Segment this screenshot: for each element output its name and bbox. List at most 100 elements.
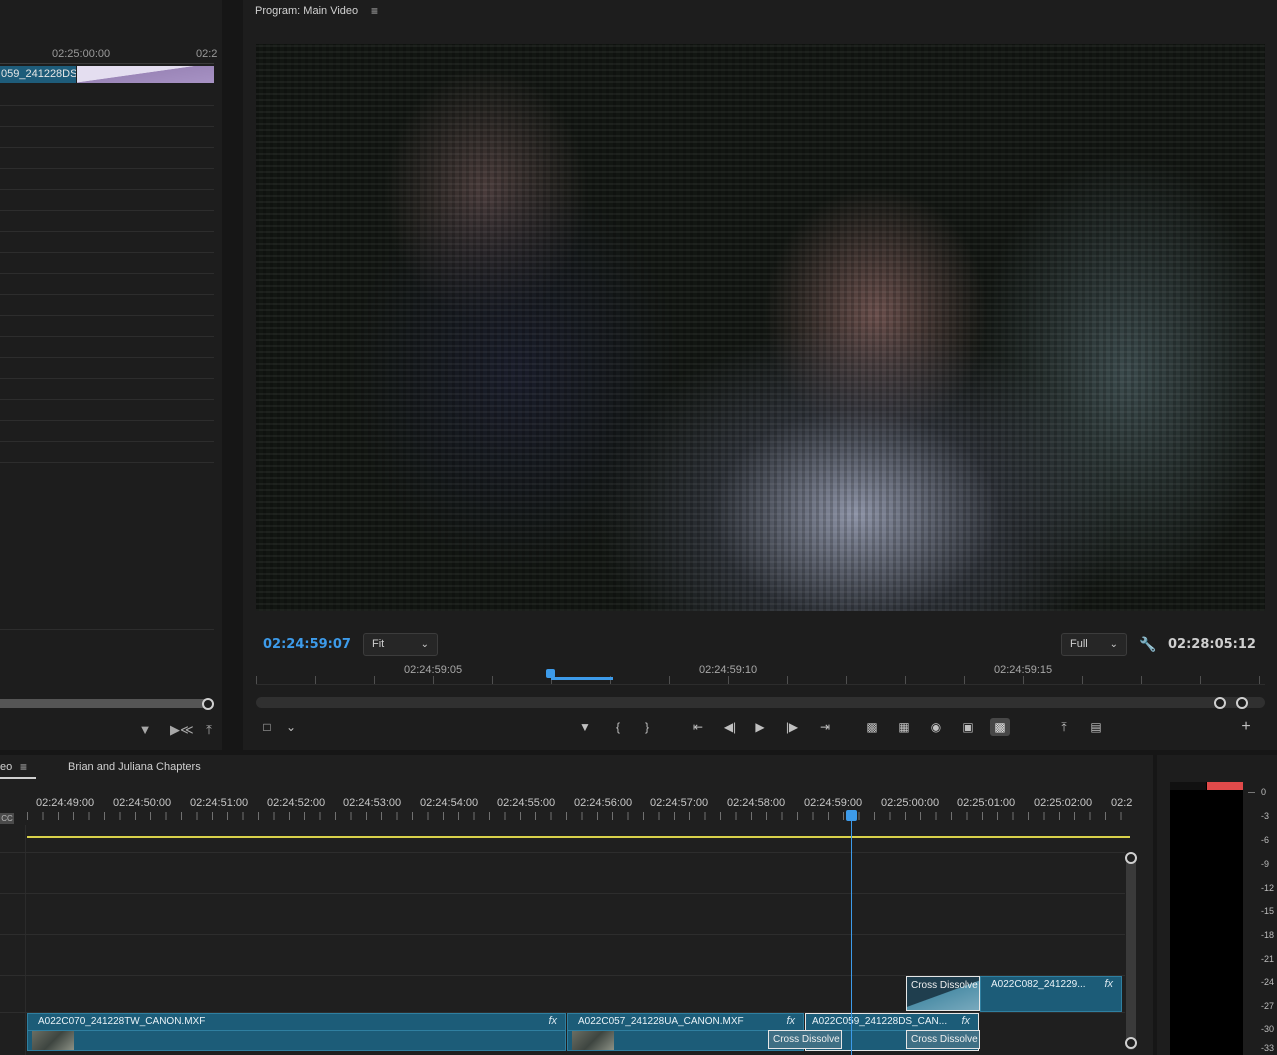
zoom-level-value: Fit [372, 638, 385, 650]
fx-badge[interactable]: fx [961, 1015, 970, 1027]
panel-menu-icon[interactable]: ≡ [371, 4, 378, 18]
track-row-divider [0, 441, 214, 442]
source-clip-ramp [77, 66, 214, 83]
active-tab-indicator [0, 777, 36, 779]
extract-icon[interactable]: ▦ [894, 718, 914, 736]
db-label: -33 [1261, 1043, 1275, 1053]
mark-out-icon[interactable]: } [637, 718, 657, 736]
fx-badge[interactable]: fx [786, 1015, 795, 1027]
play-icon[interactable]: ▶ [750, 718, 770, 736]
chevron-down-icon: ⌄ [420, 639, 429, 650]
track-row-divider [0, 126, 214, 127]
timeline-vertical-scrollbar[interactable] [1126, 855, 1136, 1050]
clip-v1-a022c070[interactable]: A022C070_241228TW_CANON.MXF fx [27, 1013, 566, 1051]
scroll-handle-right[interactable] [1236, 697, 1248, 709]
db-label: -9 [1261, 859, 1270, 869]
track-row-divider [0, 210, 214, 211]
fx-badge[interactable]: fx [548, 1015, 557, 1027]
work-area-bar[interactable] [27, 836, 1130, 838]
audio-level-meter [1170, 782, 1243, 1055]
captions-badge[interactable]: CC [0, 813, 14, 824]
clip-name: A022C070_241228TW_CANON.MXF [38, 1016, 206, 1027]
playhead-timecode[interactable]: 02:24:59:07 [263, 637, 351, 652]
source-clip[interactable]: 059_241228DS [0, 66, 214, 83]
clip-name: A022C082_241229... [991, 979, 1086, 990]
mark-in-icon[interactable]: { [608, 718, 628, 736]
export-frame-icon[interactable]: ⤒ [1054, 718, 1074, 736]
source-panel: 02:25:00:00 02:2 059_241228DS ▼ ▶≪ ⤒ [0, 0, 222, 750]
track-header-edge [25, 825, 26, 1055]
transition-cross-dissolve[interactable]: Cross Dissolve [906, 1030, 980, 1049]
playback-resolution-select[interactable]: Full ⌄ [1061, 633, 1127, 656]
db-label: -18 [1261, 930, 1275, 940]
proxy-toggle-icon[interactable]: ▩ [990, 718, 1010, 736]
transition-label: Cross Dissolve [911, 1034, 978, 1045]
panel-menu-icon[interactable]: ≡ [20, 760, 27, 774]
peak-indicator-right[interactable] [1207, 782, 1243, 790]
add-marker-icon[interactable]: ▼ [575, 718, 595, 736]
track-row-divider [0, 357, 214, 358]
chevron-down-icon: ⌄ [1109, 639, 1118, 650]
db-label: -21 [1261, 954, 1275, 964]
timeline-playhead[interactable] [846, 810, 857, 821]
db-label: -30 [1261, 1024, 1275, 1034]
program-ruler-baseline [256, 684, 1265, 685]
program-monitor: Program: Main Video ≡ 02:24:59:07 Fit ⌄ … [243, 0, 1277, 750]
step-back-icon[interactable]: ◀| [720, 718, 740, 736]
clip-v2-a022c082[interactable]: A022C082_241229... fx [980, 976, 1122, 1012]
comparison-view-icon[interactable]: ▣ [958, 718, 978, 736]
timeline-ruler-timecode: 02:25:00:00 [881, 797, 940, 809]
track-row-divider [0, 273, 214, 274]
timeline-ruler-timecode: 02:24:59:00 [804, 797, 863, 809]
transition-cross-dissolve[interactable]: Cross Dissolve [768, 1030, 842, 1049]
go-to-out-icon[interactable]: ⇥ [815, 718, 835, 736]
duration-timecode: 02:28:05:12 [1168, 637, 1256, 652]
timeline-time-ruler[interactable] [27, 812, 1127, 820]
lift-icon[interactable]: ▩ [862, 718, 882, 736]
vertical-scroll-handle-bottom[interactable] [1125, 1037, 1137, 1049]
vr-video-icon[interactable]: ▤ [1086, 718, 1106, 736]
clip-thumbnail [32, 1031, 74, 1050]
wrench-icon[interactable]: 🔧 [1139, 636, 1156, 653]
timeline-ruler-timecode: 02:2 [1111, 797, 1133, 809]
track-row-divider [0, 252, 214, 253]
export-icon[interactable]: ⤒ [201, 722, 217, 738]
timeline-panel: eo ≡ Brian and Juliana Chapters CC 02:24… [0, 755, 1153, 1055]
step-forward-icon[interactable]: |▶ [782, 718, 802, 736]
program-zoom-scrollbar[interactable] [256, 697, 1265, 708]
safe-margins-icon[interactable]: □ [257, 718, 277, 736]
filter-icon[interactable]: ▼ [137, 722, 153, 738]
track-divider [0, 934, 1125, 935]
video-preview[interactable] [256, 44, 1265, 611]
timeline-ruler-timecode: 02:24:52:00 [267, 797, 326, 809]
zoom-level-select[interactable]: Fit ⌄ [363, 633, 438, 656]
db-label: -6 [1261, 835, 1270, 845]
chevron-down-icon[interactable]: ⌄ [281, 718, 301, 736]
timeline-playhead-line[interactable] [851, 817, 852, 1055]
peak-indicator-left[interactable] [1170, 782, 1206, 790]
tab-main-video[interactable]: eo [0, 761, 12, 773]
vertical-scroll-handle-top[interactable] [1125, 852, 1137, 864]
audio-scrub-icon[interactable]: ▶≪ [170, 722, 194, 738]
add-button-icon[interactable]: + [1236, 718, 1256, 736]
source-scroll-handle[interactable] [202, 698, 214, 710]
transition-cross-dissolve[interactable]: Cross Dissolve [906, 976, 980, 1011]
track-row-divider [0, 231, 214, 232]
fx-badge[interactable]: fx [1104, 978, 1113, 990]
in-out-range[interactable] [551, 677, 613, 680]
scroll-handle-left[interactable] [1214, 697, 1226, 709]
go-to-in-icon[interactable]: ⇤ [688, 718, 708, 736]
clip-thumbnail [572, 1031, 614, 1050]
track-divider [0, 852, 1125, 853]
source-ruler[interactable] [0, 63, 214, 64]
mini-ruler-timecode: 02:24:59:15 [994, 664, 1053, 676]
program-playhead[interactable] [546, 669, 555, 678]
program-time-ruler[interactable] [256, 676, 1265, 684]
transition-label: Cross Dissolve [773, 1034, 840, 1045]
db-label: -15 [1261, 906, 1275, 916]
tab-chapters[interactable]: Brian and Juliana Chapters [68, 761, 201, 773]
camera-icon[interactable]: ◉ [926, 718, 946, 736]
source-zoom-scrollbar[interactable] [0, 699, 210, 708]
mini-ruler-timecode: 02:24:59:10 [699, 664, 758, 676]
clip-name: A022C057_241228UA_CANON.MXF [578, 1016, 744, 1027]
